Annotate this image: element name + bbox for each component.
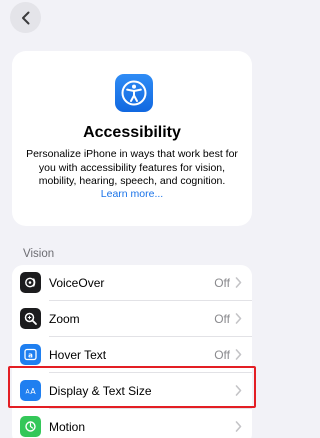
section-header-vision: Vision	[23, 248, 55, 260]
voiceover-icon	[20, 272, 41, 293]
list-item-voiceover[interactable]: VoiceOver Off	[12, 265, 252, 300]
highlight-box-display-text-size	[8, 366, 256, 408]
chevron-right-icon	[235, 277, 242, 288]
zoom-magnifier-icon	[20, 308, 41, 329]
accessibility-header-card: Accessibility Personalize iPhone in ways…	[12, 51, 252, 226]
page-description: Personalize iPhone in ways that work bes…	[26, 148, 238, 187]
vision-settings-list: VoiceOver Off Zoom Off a Hover Text Off …	[12, 265, 252, 438]
accessibility-settings-screen: Accessibility Personalize iPhone in ways…	[0, 0, 262, 438]
accessibility-person-icon	[115, 74, 153, 112]
chevron-left-icon	[21, 11, 29, 24]
list-item-value: Off	[214, 347, 230, 362]
svg-text:a: a	[28, 352, 33, 360]
list-item-value: Off	[214, 275, 230, 290]
list-item-label: Zoom	[49, 311, 80, 326]
motion-icon	[20, 416, 41, 437]
back-button[interactable]	[10, 2, 41, 33]
list-item-label: Hover Text	[49, 347, 107, 362]
chevron-right-icon	[235, 349, 242, 360]
chevron-right-icon	[235, 313, 242, 324]
hover-text-icon: a	[20, 344, 41, 365]
list-item-label: Motion	[49, 419, 86, 434]
list-item-motion[interactable]: Motion	[12, 409, 252, 438]
learn-more-link[interactable]: Learn more...	[12, 188, 252, 200]
chevron-right-icon	[235, 421, 242, 432]
list-item-value: Off	[214, 311, 230, 326]
list-item-zoom[interactable]: Zoom Off	[12, 301, 252, 336]
page-title: Accessibility	[83, 124, 181, 141]
list-item-label: VoiceOver	[49, 275, 105, 290]
